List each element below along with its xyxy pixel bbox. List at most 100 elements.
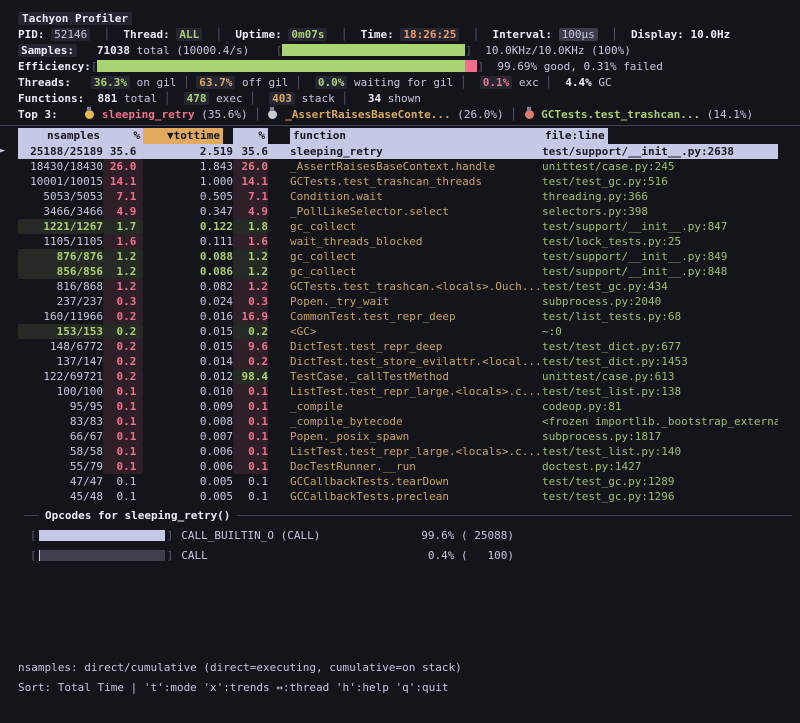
status-line: PID: 52146 │ Thread: ALL │ Uptime: 0m07s… <box>18 26 800 42</box>
cell-file-line: unittest/case.py:613 <box>542 369 778 384</box>
cell-file-line: test/support/__init__.py:2638 <box>542 144 778 159</box>
text-segment <box>517 108 524 121</box>
cell-nsamples: 816/868 <box>18 279 103 294</box>
selection-pointer <box>0 309 18 324</box>
table-row[interactable]: 5053/50537.1 0.5057.1Condition.waitthrea… <box>0 189 778 204</box>
cell-function: DictTest.test_store_evilattr.<local... <box>290 354 542 369</box>
cell-function: _AssertRaisesBaseContext.handle <box>290 159 542 174</box>
pid-value: 52146 <box>51 28 90 41</box>
opcode-bar <box>39 530 165 541</box>
text-segment: total (10000.4/s) <box>130 44 249 57</box>
cell-percent: 1.7 <box>103 219 143 234</box>
table-row[interactable]: 237/2370.3 0.0240.3Popen._try_waitsubpro… <box>0 294 778 309</box>
table-row[interactable]: 45/480.1 0.0050.1GCCallbackTests.preclea… <box>0 489 778 504</box>
table-row[interactable]: 153/1530.2 0.0150.2<GC>~:0 <box>0 324 778 339</box>
top2-pct: (26.0%) <box>451 108 511 121</box>
table-row[interactable]: 816/8681.2 0.0821.2GCTests.test_trashcan… <box>0 279 778 294</box>
table-row[interactable]: 100/1000.1 0.0100.1ListTest.test_repr_la… <box>0 384 778 399</box>
cell-nsamples: 237/237 <box>18 294 103 309</box>
column-header-file-line[interactable]: file:line <box>542 128 608 144</box>
table-row[interactable]: 148/67720.2 0.0159.6DictTest.test_repr_d… <box>0 339 778 354</box>
cell-function: ListTest.test_repr_large.<locals>.c... <box>290 384 542 399</box>
table-row[interactable]: 95/950.1 0.0090.1_compilecodeop.py:81 <box>0 399 778 414</box>
cell-function: _compile <box>290 399 542 414</box>
text-segment: [ <box>276 44 283 57</box>
text-segment: PID: <box>18 28 51 41</box>
table-row[interactable]: 1221/12671.7 0.1221.8gc_collecttest/supp… <box>0 219 778 234</box>
uptime-value: 0m07s <box>288 28 327 41</box>
app-title: Tachyon Profiler <box>18 12 132 25</box>
column-header-%[interactable]: % <box>103 128 143 144</box>
cell-cumulative-percent: 0.1 <box>233 414 268 429</box>
text-segment: exc <box>512 76 545 89</box>
text-segment <box>278 108 285 121</box>
text-segment: GC <box>592 76 612 89</box>
cell-percent: 1.2 <box>103 249 143 264</box>
table-row[interactable]: 18430/1843026.0 1.84326.0_AssertRaisesBa… <box>0 159 778 174</box>
functions-line: Functions: 881 total │ 478 exec │ 403 st… <box>18 90 800 106</box>
table-row-selected[interactable]: ►25188/2518935.6 2.51935.6sleeping_retry… <box>0 144 778 159</box>
cell-tottime: 0.111 <box>143 234 233 249</box>
waiting-gil-pct: 0.0% <box>315 76 348 89</box>
table-row[interactable]: 1105/11051.6 0.1111.6wait_threads_blocke… <box>0 234 778 249</box>
table-row[interactable]: 66/670.1 0.0070.1Popen._posix_spawnsubpr… <box>0 429 778 444</box>
text-segment: Interval: <box>492 28 558 41</box>
samples-label: Samples: <box>18 44 77 57</box>
table-row[interactable]: 160/119660.2 0.01616.9CommonTest.test_re… <box>0 309 778 324</box>
table-row[interactable]: 47/470.1 0.0050.1GCCallbackTests.tearDow… <box>0 474 778 489</box>
text-segment <box>222 28 235 41</box>
table-header-row: nsamples%▼tottime%functionfile:line <box>0 128 778 144</box>
cell-nsamples: 25188/25189 <box>18 144 103 159</box>
cell-file-line: subprocess.py:2040 <box>542 294 778 309</box>
column-header-tottime[interactable]: ▼tottime <box>143 128 223 144</box>
table-row[interactable]: 122/697210.2 0.01298.4TestCase._callTest… <box>0 369 778 384</box>
cell-tottime: 1.000 <box>143 174 233 189</box>
table-row[interactable]: 83/830.1 0.0080.1_compile_bytecode<froze… <box>0 414 778 429</box>
cell-cumulative-percent: 98.4 <box>233 369 268 384</box>
samples-total: 71038 <box>97 44 130 57</box>
cell-spacer <box>268 144 290 159</box>
time-value: 18:26:25 <box>400 28 459 41</box>
header-cell: function <box>290 128 542 144</box>
cell-function: gc_collect <box>290 249 542 264</box>
column-header-%[interactable]: % <box>233 128 268 144</box>
top3-name: GCTests.test_trashcan... <box>541 108 700 121</box>
text-segment: │ <box>295 76 302 89</box>
cell-spacer <box>268 279 290 294</box>
cell-nsamples: 5053/5053 <box>18 189 103 204</box>
table-row[interactable]: 3466/34664.9 0.3474.9_PollLikeSelector.s… <box>0 204 778 219</box>
cell-spacer <box>268 159 290 174</box>
table-row[interactable]: 876/8761.2 0.0881.2gc_collecttest/suppor… <box>0 249 778 264</box>
samples-line: Samples: 71038 total (10000.4/s) [] 10.0… <box>18 42 800 58</box>
cell-spacer <box>268 459 290 474</box>
cell-file-line: <frozen importlib._bootstrap_externa <box>542 414 778 429</box>
cell-function: <GC> <box>290 324 542 339</box>
cell-file-line: codeop.py:81 <box>542 399 778 414</box>
text-segment: [ <box>91 60 98 73</box>
cell-percent: 0.3 <box>103 294 143 309</box>
opcodes-section-title: Opcodes for sleeping_retry() <box>45 509 230 522</box>
column-header-nsamples[interactable]: nsamples <box>18 128 103 144</box>
header-gutter <box>0 128 18 144</box>
table-row[interactable]: 55/790.1 0.0060.1DocTestRunner.__rundoct… <box>0 459 778 474</box>
text-segment: │ <box>104 28 111 41</box>
cell-file-line: test/support/__init__.py:849 <box>542 249 778 264</box>
cell-tottime: 1.843 <box>143 159 233 174</box>
cell-function: Popen._posix_spawn <box>290 429 542 444</box>
cell-cumulative-percent: 1.2 <box>233 279 268 294</box>
column-header-function[interactable]: function <box>290 128 542 144</box>
table-row[interactable]: 137/1470.2 0.0140.2DictTest.test_store_e… <box>0 354 778 369</box>
table-row[interactable]: 10001/1001514.1 1.00014.1GCTests.test_tr… <box>0 174 778 189</box>
footer-legend: nsamples: direct/cumulative (direct=exec… <box>18 658 462 678</box>
table-row[interactable]: 58/580.1 0.0060.1ListTest.test_repr_larg… <box>0 444 778 459</box>
samples-rate-bar <box>282 44 465 56</box>
cell-spacer <box>268 339 290 354</box>
text-segment <box>459 28 472 41</box>
table-row[interactable]: 856/8561.2 0.0861.2gc_collecttest/suppor… <box>0 264 778 279</box>
cell-tottime: 0.006 <box>143 459 233 474</box>
off-gil-pct: 63.7% <box>196 76 235 89</box>
cell-cumulative-percent: 9.6 <box>233 339 268 354</box>
bracket: ] <box>167 529 174 542</box>
bracket: [ <box>30 549 37 562</box>
text-segment: Display: <box>631 28 691 41</box>
